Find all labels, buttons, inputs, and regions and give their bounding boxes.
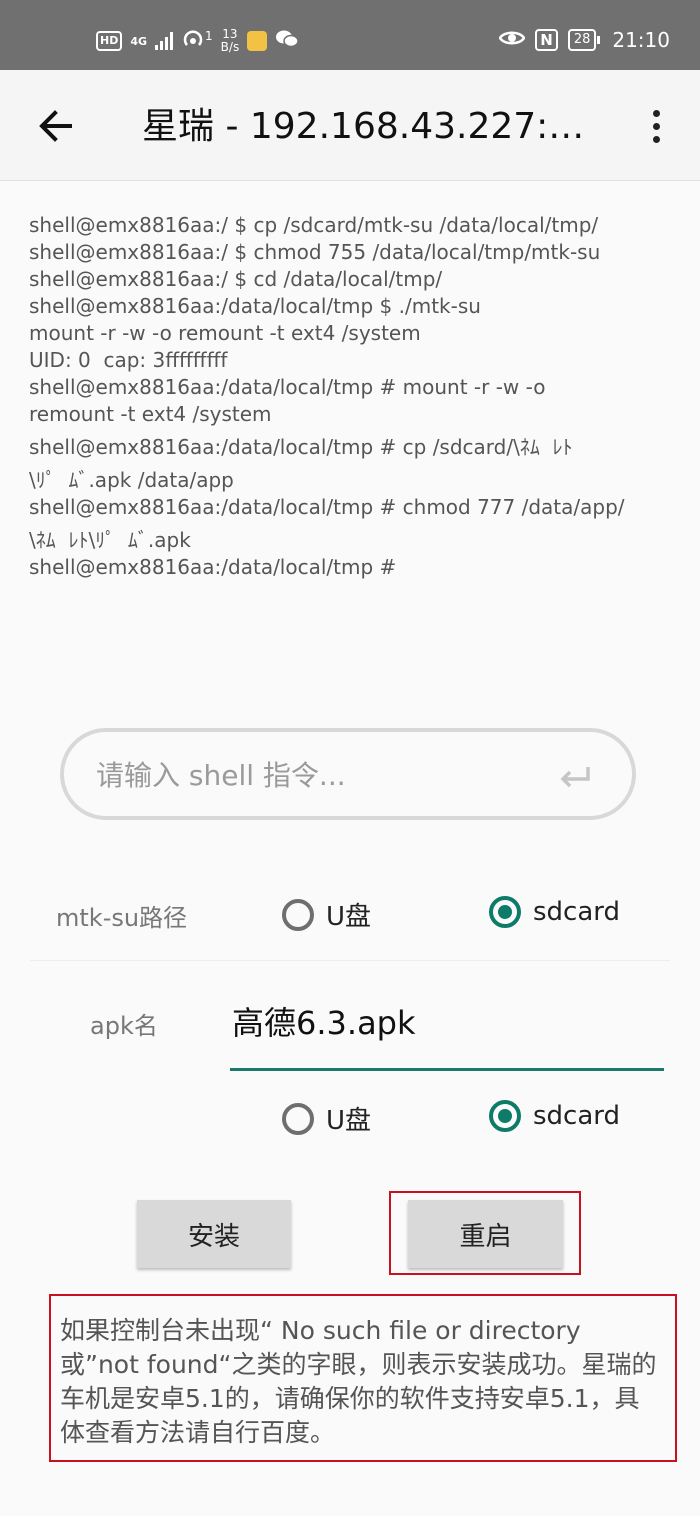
eye-icon <box>498 28 526 52</box>
mtk-path-radio-sdcard[interactable]: sdcard <box>489 896 620 928</box>
nfc-icon: N <box>535 29 558 51</box>
console-line: \ﾈﾑ ﾚﾄ\ﾘﾟ ﾑﾞ.apk <box>29 528 191 552</box>
clock: 21:10 <box>612 28 670 52</box>
status-bar: HD 4G 1 13 B/s N 28 21:10 <box>0 0 700 70</box>
console-line: shell@emx8816aa:/ $ cd /data/local/tmp/ <box>29 267 443 291</box>
hotspot-icon <box>181 29 205 53</box>
battery-level: 28 <box>573 32 591 47</box>
more-options-button[interactable] <box>640 104 672 148</box>
apk-radio-sdcard[interactable]: sdcard <box>489 1100 620 1132</box>
back-button[interactable] <box>34 104 78 148</box>
console-line: shell@emx8816aa:/ $ cp /sdcard/mtk-su /d… <box>29 213 599 237</box>
hotspot-count: 1 <box>205 29 213 43</box>
shell-command-input[interactable] <box>94 752 538 798</box>
console-line: mount -r -w -o remount -t ext4 /system <box>29 321 421 345</box>
hd-badge: HD <box>96 31 123 51</box>
console-line: shell@emx8816aa:/data/local/tmp # <box>29 555 397 579</box>
console-line: shell@emx8816aa:/data/local/tmp # cp /sd… <box>29 435 573 459</box>
radio-label: U盘 <box>326 902 372 932</box>
radio-label: sdcard <box>533 897 621 927</box>
battery-icon: 28 <box>567 29 600 51</box>
radio-label: sdcard <box>533 1101 621 1131</box>
shell-command-box <box>60 728 636 820</box>
wechat-icon <box>275 29 299 53</box>
mtk-su-path-label: mtk-su路径 <box>56 904 188 932</box>
page-title: 星瑞 - 192.168.43.227:5555 <box>142 106 602 147</box>
radio-unchecked-icon <box>282 898 314 931</box>
radio-label: U盘 <box>326 1106 372 1136</box>
apk-name-label: apk名 <box>90 1012 158 1040</box>
console-line: shell@emx8816aa:/data/local/tmp # mount … <box>29 375 546 399</box>
status-right: N 28 21:10 <box>498 28 670 52</box>
arrow-left-icon <box>39 110 72 142</box>
reboot-highlight-box <box>389 1191 581 1275</box>
console-line: shell@emx8816aa:/ $ chmod 755 /data/loca… <box>29 240 601 264</box>
status-left: HD 4G 1 13 B/s <box>96 28 299 54</box>
console-line: \ﾘﾟ ﾑﾞ.apk /data/app <box>29 468 234 492</box>
more-vert-icon <box>652 109 660 117</box>
mtk-path-radio-udisk[interactable]: U盘 <box>282 896 371 933</box>
install-button[interactable]: 安装 <box>137 1200 291 1268</box>
app-notification-icon <box>247 31 268 51</box>
apk-name-input[interactable] <box>230 994 666 1048</box>
net-speed-unit: B/s <box>220 40 240 54</box>
console-line: shell@emx8816aa:/data/local/tmp # chmod … <box>29 495 625 519</box>
apk-radio-udisk[interactable]: U盘 <box>282 1100 371 1137</box>
enter-icon[interactable] <box>558 764 592 790</box>
console-line: UID: 0 cap: 3fffffffff <box>29 348 228 372</box>
radio-unchecked-icon <box>282 1102 314 1135</box>
app-toolbar: 星瑞 - 192.168.43.227:5555 <box>0 70 700 181</box>
radio-checked-icon <box>489 1100 521 1132</box>
install-note: 如果控制台未出现“ No such file or directory 或”no… <box>60 1316 657 1447</box>
divider <box>30 960 670 961</box>
network-type: 4G <box>130 34 148 48</box>
apk-input-underline <box>230 1068 664 1071</box>
console-line: shell@emx8816aa:/data/local/tmp $ ./mtk-… <box>29 294 481 318</box>
signal-icon <box>155 32 174 50</box>
console-line: remount -t ext4 /system <box>29 402 272 426</box>
radio-checked-icon <box>489 896 521 928</box>
console-output: shell@emx8816aa:/ $ cp /sdcard/mtk-su /d… <box>29 212 679 581</box>
net-speed: 13 B/s <box>221 28 240 54</box>
